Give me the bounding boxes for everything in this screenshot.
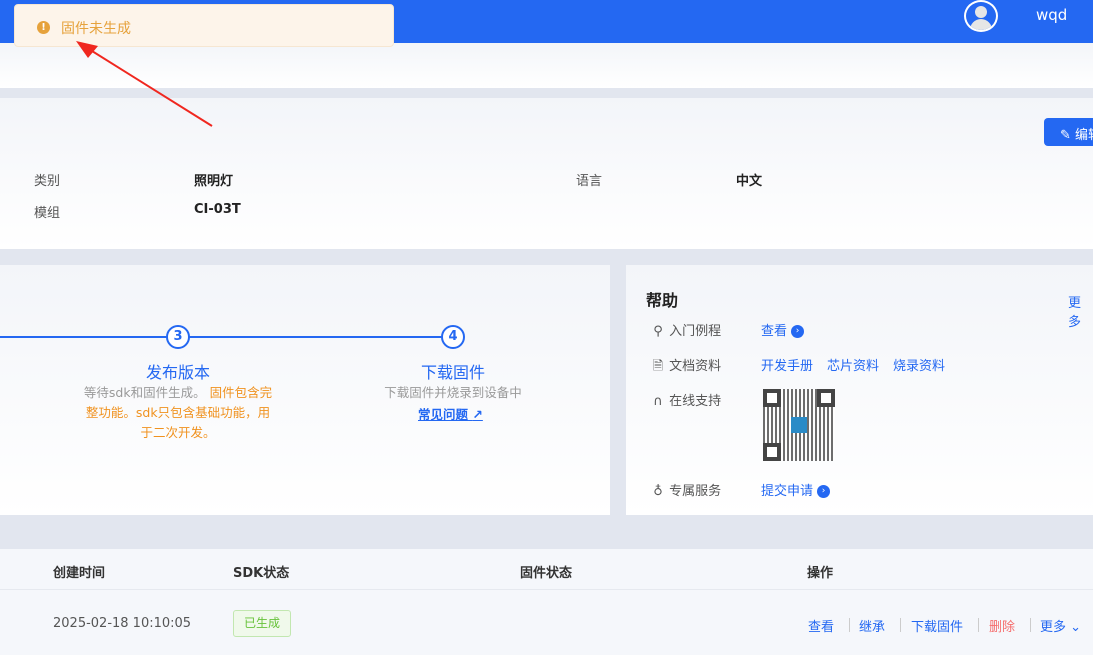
qr-logo: [791, 417, 807, 433]
edit-button[interactable]: ✎ 编辑: [1044, 118, 1093, 146]
qr-finder: [763, 443, 781, 461]
help-row-tutorial: ⚲ 入门例程: [651, 320, 721, 339]
help-title: 帮助: [646, 291, 679, 310]
module-value: CI-03T: [194, 202, 241, 217]
pencil-icon: ✎: [1060, 128, 1076, 143]
download-firmware-action[interactable]: 下载固件: [911, 616, 963, 635]
chevron-right-icon: ›: [791, 325, 805, 338]
step-3-circle: 3: [166, 325, 190, 349]
col-created: 创建时间: [53, 566, 106, 581]
avatar[interactable]: [964, 0, 998, 32]
created-time: 2025-02-18 10:10:05: [53, 616, 192, 631]
language-label: 语言: [576, 174, 603, 189]
help-row-service: ♁ 专属服务: [651, 480, 721, 499]
divider: [849, 618, 850, 632]
help-row-support: ∩ 在线支持: [651, 390, 721, 409]
steps-line: [0, 336, 455, 338]
language-value: 中文: [736, 174, 763, 189]
table-header-divider: [0, 589, 1093, 590]
step-3-desc: 等待sdk和固件生成。 固件包含完整功能。sdk只包含基础功能，用于二次开发。: [83, 385, 273, 440]
qr-finder: [763, 389, 781, 407]
dev-manual-link[interactable]: 开发手册: [761, 355, 813, 374]
category-value: 照明灯: [194, 174, 234, 189]
username[interactable]: wqd: [1036, 6, 1067, 24]
module-label: 模组: [34, 206, 61, 221]
annotation-arrow: [76, 41, 213, 127]
warning-icon: !: [37, 21, 50, 34]
sdk-status-badge: 已生成: [233, 610, 291, 637]
step-3-title: 发布版本: [145, 363, 210, 382]
toast-message: 固件未生成: [61, 21, 131, 37]
col-actions: 操作: [807, 566, 834, 581]
inherit-action[interactable]: 继承: [859, 616, 885, 635]
category-label: 类别: [34, 174, 61, 189]
headset-icon: ∩: [653, 394, 663, 409]
more-action[interactable]: 更多 ⌄: [1040, 616, 1081, 635]
help-row-docs: 🗎 文档资料: [651, 355, 721, 379]
document-icon: 🗎: [652, 359, 664, 374]
col-sdk-status: SDK状态: [233, 566, 290, 581]
chevron-down-icon: ⌄: [1070, 620, 1082, 635]
delete-action[interactable]: 删除: [989, 616, 1015, 635]
divider: [1030, 618, 1031, 632]
chip-docs-link[interactable]: 芯片资料: [827, 355, 879, 374]
help-more-link[interactable]: 更多: [1068, 292, 1093, 330]
submit-application-link[interactable]: 提交申请 ›: [761, 480, 831, 499]
tutorial-view-link[interactable]: 查看 ›: [761, 320, 805, 339]
view-action[interactable]: 查看: [808, 616, 834, 635]
divider: [900, 618, 901, 632]
faq-link[interactable]: 常见问题 ↗: [418, 404, 483, 423]
flash-docs-link[interactable]: 烧录资料: [893, 355, 945, 374]
step-4-title: 下载固件: [420, 363, 485, 382]
medal-icon: ♁: [653, 484, 663, 499]
step-4-circle: 4: [441, 325, 465, 349]
divider: [978, 618, 979, 632]
qr-finder: [817, 389, 835, 407]
chevron-right-icon: ›: [817, 485, 831, 498]
external-link-icon: ↗: [472, 407, 483, 422]
tutorial-icon: ⚲: [653, 324, 663, 339]
step-4-desc: 下载固件并烧录到设备中: [384, 385, 522, 400]
col-firmware-status: 固件状态: [520, 566, 573, 581]
